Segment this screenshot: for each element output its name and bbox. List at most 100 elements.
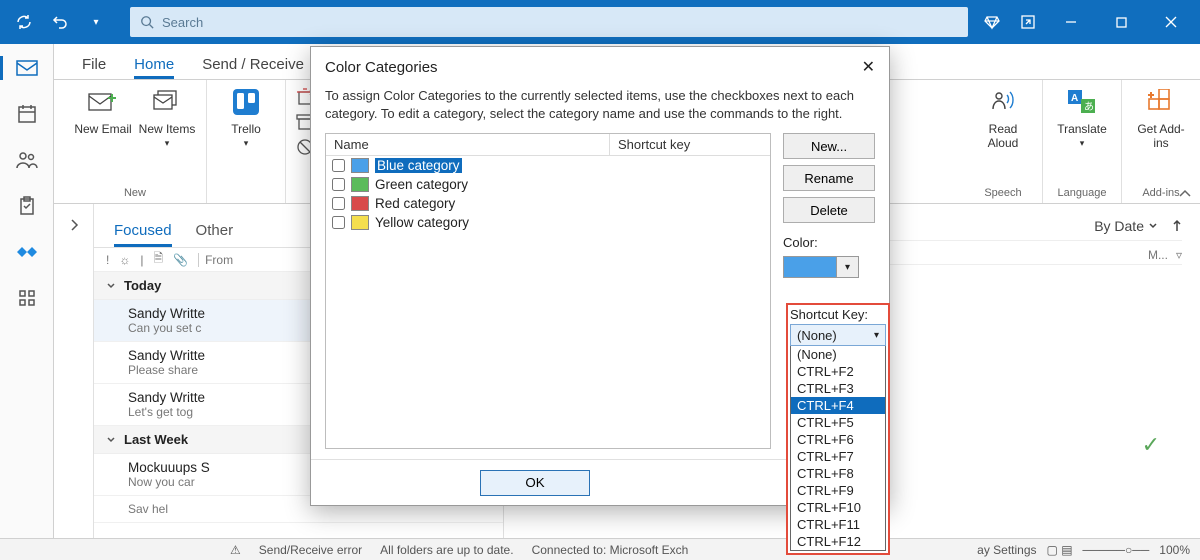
- category-row[interactable]: Yellow category: [326, 213, 770, 232]
- attachment-icon[interactable]: 📎: [173, 253, 188, 267]
- category-checkbox[interactable]: [332, 178, 345, 191]
- color-label: Color:: [783, 235, 875, 250]
- category-checkbox[interactable]: [332, 216, 345, 229]
- col-shortcut[interactable]: Shortcut key: [610, 134, 770, 155]
- display-settings[interactable]: ay Settings: [977, 543, 1036, 557]
- dialog-close-button[interactable]: ✕: [862, 57, 875, 77]
- shortcut-option[interactable]: CTRL+F6: [791, 431, 885, 448]
- chevron-down-icon[interactable]: ▾: [837, 256, 859, 278]
- window-mode-icon[interactable]: [1012, 6, 1044, 38]
- checkmark-icon: ✓: [1142, 432, 1160, 458]
- chevron-down-icon: [106, 281, 116, 291]
- read-aloud-icon: [989, 84, 1017, 120]
- shortcut-option[interactable]: CTRL+F11: [791, 516, 885, 533]
- shortcut-option[interactable]: CTRL+F4: [791, 397, 885, 414]
- dialog-title: Color Categories: [325, 59, 438, 76]
- shortcut-key-panel: Shortcut Key: (None) ▾ (None)CTRL+F2CTRL…: [786, 303, 890, 555]
- new-email-button[interactable]: New Email: [74, 84, 132, 136]
- search-icon: [140, 15, 154, 29]
- folder-pane-toggle[interactable]: [54, 204, 94, 538]
- shortcut-key-select[interactable]: (None) ▾: [790, 324, 886, 346]
- status-bar: ⚠ Send/Receive error All folders are up …: [0, 538, 1200, 560]
- importance-icon[interactable]: !: [106, 253, 109, 267]
- zoom-level[interactable]: 100%: [1159, 543, 1190, 557]
- addins-icon: [1147, 84, 1175, 120]
- new-email-icon: [88, 84, 118, 120]
- header-divider-icon: |: [140, 253, 143, 267]
- category-swatch: [351, 177, 369, 192]
- tab-send-receive[interactable]: Send / Receive: [202, 56, 304, 79]
- nav-calendar-icon[interactable]: [11, 100, 43, 128]
- ribbon-group-new: New: [124, 187, 146, 203]
- category-list: Name Shortcut key Blue category Green ca…: [325, 133, 771, 449]
- reminder-icon[interactable]: ☼: [119, 253, 130, 267]
- category-row[interactable]: Blue category: [326, 156, 770, 175]
- maximize-button[interactable]: [1098, 6, 1144, 38]
- left-nav: [0, 44, 54, 538]
- search-placeholder: Search: [162, 15, 203, 30]
- translate-button[interactable]: Aあ Translate ▾: [1053, 84, 1111, 149]
- shortcut-option[interactable]: (None): [791, 346, 885, 363]
- color-select[interactable]: ▾: [783, 256, 875, 278]
- nav-tasks-icon[interactable]: [11, 192, 43, 220]
- nav-todo-icon[interactable]: [11, 238, 43, 266]
- shortcut-key-options: (None)CTRL+F2CTRL+F3CTRL+F4CTRL+F5CTRL+F…: [790, 346, 886, 551]
- from-column[interactable]: From: [198, 253, 233, 267]
- shortcut-option[interactable]: CTRL+F8: [791, 465, 885, 482]
- category-swatch: [351, 158, 369, 173]
- icon-col[interactable]: 🗎: [153, 249, 163, 270]
- svg-text:A: A: [1071, 93, 1078, 104]
- rename-category-button[interactable]: Rename: [783, 165, 875, 191]
- shortcut-key-label: Shortcut Key:: [790, 307, 886, 324]
- get-addins-button[interactable]: Get Add-ins: [1132, 84, 1190, 151]
- undo-icon[interactable]: [44, 6, 76, 38]
- premium-icon[interactable]: [976, 6, 1008, 38]
- nav-more-icon[interactable]: [11, 284, 43, 312]
- category-checkbox[interactable]: [332, 159, 345, 172]
- dialog-description: To assign Color Categories to the curren…: [311, 87, 889, 133]
- shortcut-option[interactable]: CTRL+F10: [791, 499, 885, 516]
- nav-people-icon[interactable]: [11, 146, 43, 174]
- translate-icon: Aあ: [1067, 84, 1097, 120]
- collapse-ribbon-icon[interactable]: [1178, 189, 1192, 199]
- tab-home[interactable]: Home: [134, 56, 174, 79]
- color-swatch: [783, 256, 837, 278]
- search-box[interactable]: Search: [130, 7, 968, 37]
- chevron-down-icon: [1148, 222, 1158, 230]
- chevron-down-icon: ▾: [874, 330, 879, 341]
- category-checkbox[interactable]: [332, 197, 345, 210]
- delete-category-button[interactable]: Delete: [783, 197, 875, 223]
- title-bar: ▾ Search: [0, 0, 1200, 44]
- shortcut-option[interactable]: CTRL+F3: [791, 380, 885, 397]
- sync-icon[interactable]: [8, 6, 40, 38]
- category-row[interactable]: Green category: [326, 175, 770, 194]
- status-error[interactable]: Send/Receive error: [259, 543, 362, 557]
- qat-dropdown-icon[interactable]: ▾: [80, 6, 112, 38]
- col-m[interactable]: M...: [1148, 248, 1168, 262]
- trello-button[interactable]: Trello ▾: [217, 84, 275, 149]
- new-category-button[interactable]: New...: [783, 133, 875, 159]
- sort-ascending-icon[interactable]: [1172, 219, 1182, 233]
- svg-text:あ: あ: [1084, 101, 1094, 113]
- read-aloud-button[interactable]: Read Aloud: [974, 84, 1032, 151]
- tab-file[interactable]: File: [82, 56, 106, 79]
- filter-icon[interactable]: ▿: [1176, 248, 1182, 262]
- new-items-button[interactable]: New Items ▾: [138, 84, 196, 149]
- shortcut-option[interactable]: CTRL+F9: [791, 482, 885, 499]
- sort-by-button[interactable]: By Date: [1094, 218, 1182, 234]
- new-items-icon: [153, 84, 181, 120]
- other-tab[interactable]: Other: [196, 222, 234, 247]
- minimize-button[interactable]: [1048, 6, 1094, 38]
- focused-tab[interactable]: Focused: [114, 222, 172, 247]
- ok-button[interactable]: OK: [480, 470, 590, 496]
- status-connected: Connected to: Microsoft Exch: [532, 543, 689, 557]
- nav-mail-icon[interactable]: [11, 54, 43, 82]
- col-name[interactable]: Name: [326, 134, 610, 155]
- shortcut-option[interactable]: CTRL+F7: [791, 448, 885, 465]
- shortcut-option[interactable]: CTRL+F12: [791, 533, 885, 550]
- shortcut-option[interactable]: CTRL+F2: [791, 363, 885, 380]
- shortcut-option[interactable]: CTRL+F5: [791, 414, 885, 431]
- close-button[interactable]: [1148, 6, 1194, 38]
- status-folders: All folders are up to date.: [380, 543, 513, 557]
- category-row[interactable]: Red category: [326, 194, 770, 213]
